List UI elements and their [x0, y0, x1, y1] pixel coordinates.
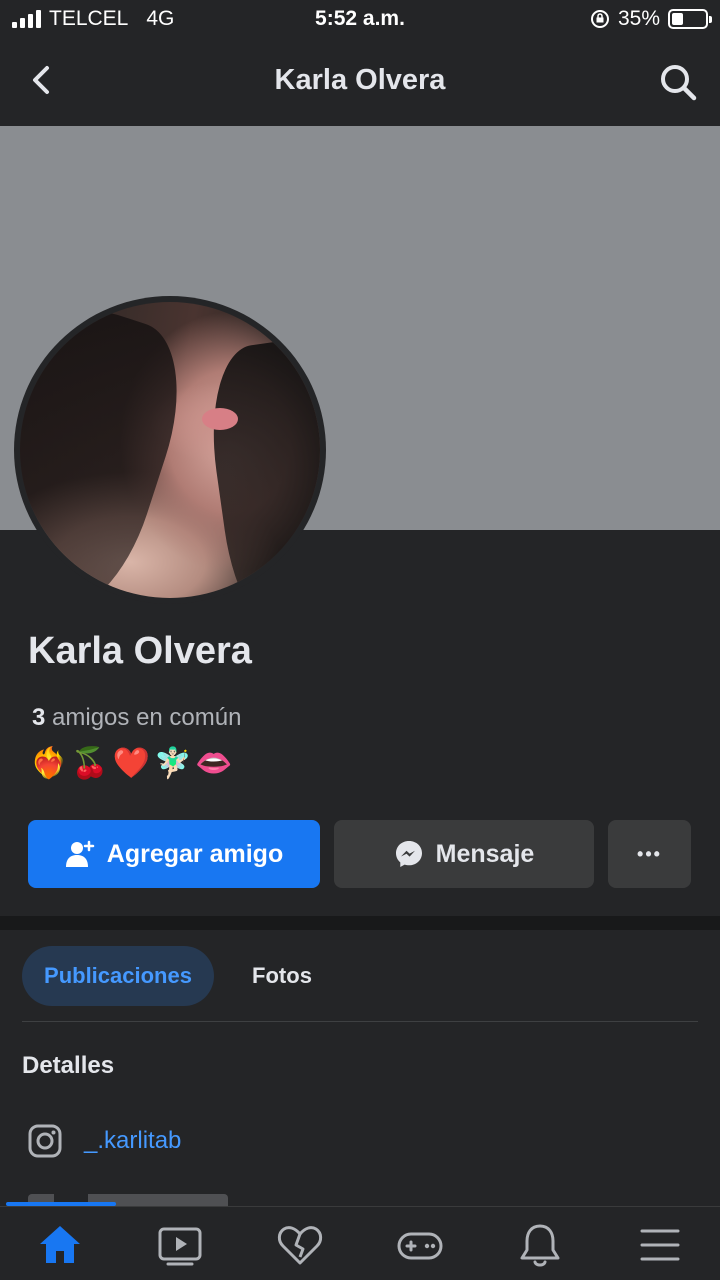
add-friend-icon	[65, 840, 95, 867]
gaming-icon[interactable]	[396, 1221, 444, 1269]
tabs-divider	[22, 1021, 698, 1022]
more-options-button[interactable]: •••	[608, 820, 691, 888]
status-right: 35%	[590, 7, 712, 31]
bell-icon[interactable]	[516, 1221, 564, 1269]
tab-posts[interactable]: Publicaciones	[22, 946, 214, 1006]
battery-icon	[668, 9, 712, 29]
dating-heart-icon[interactable]	[276, 1221, 324, 1269]
section-divider	[0, 916, 720, 930]
mutual-count: 3	[32, 704, 46, 731]
orientation-lock-icon	[590, 10, 609, 28]
profile-avatar[interactable]	[14, 296, 326, 604]
add-friend-button[interactable]: Agregar amigo	[28, 820, 320, 888]
instagram-row: _.karlitab	[28, 1124, 181, 1158]
messenger-icon	[395, 841, 422, 867]
message-button[interactable]: Mensaje	[334, 820, 594, 888]
bio-emojis: ❤️‍🔥🍒❤️🧚🏻‍♂️👄	[30, 747, 237, 780]
page-title: Karla Olvera	[274, 64, 446, 96]
menu-icon[interactable]	[636, 1221, 684, 1269]
more-icon: •••	[637, 843, 662, 864]
bottom-nav	[0, 1206, 720, 1280]
instagram-link[interactable]: _.karlitab	[84, 1127, 181, 1155]
video-icon[interactable]	[156, 1221, 204, 1269]
tab-photos[interactable]: Fotos	[230, 946, 334, 1006]
search-icon[interactable]	[656, 60, 700, 104]
mutual-friends[interactable]: 3 amigos en común	[32, 704, 241, 732]
add-friend-label: Agregar amigo	[106, 839, 284, 868]
instagram-icon	[28, 1124, 62, 1158]
mutual-label: amigos en común	[52, 704, 242, 731]
top-header: Karla Olvera	[0, 36, 720, 126]
message-label: Mensaje	[435, 839, 535, 868]
details-heading: Detalles	[22, 1052, 115, 1079]
battery-percent: 35%	[617, 7, 660, 30]
status-bar: TELCEL 4G 5:52 a.m. 35%	[0, 0, 720, 36]
home-icon[interactable]	[36, 1221, 84, 1269]
profile-name: Karla Olvera	[28, 630, 252, 672]
profile-photo	[20, 302, 320, 598]
